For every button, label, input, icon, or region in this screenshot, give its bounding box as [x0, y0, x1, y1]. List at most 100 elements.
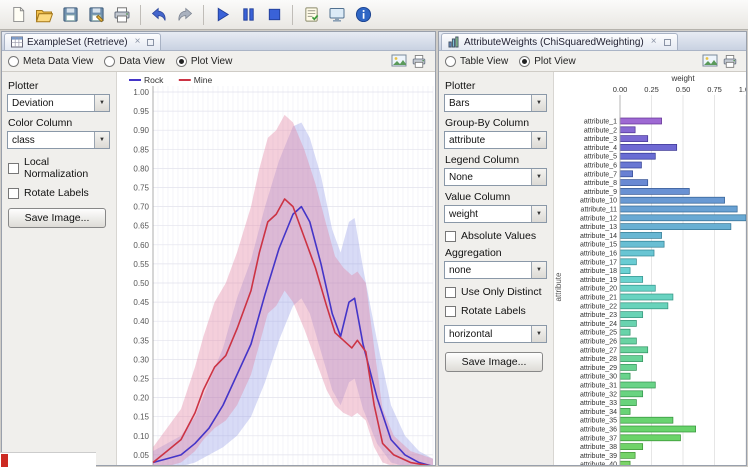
close-icon[interactable]: × [135, 37, 141, 47]
svg-text:attribute_25: attribute_25 [580, 330, 617, 337]
svg-text:attribute_29: attribute_29 [580, 365, 617, 372]
checkbox-label: Rotate Labels [461, 305, 526, 317]
detach-icon[interactable] [147, 38, 155, 46]
close-icon[interactable]: × [651, 37, 657, 47]
chevron-down-icon: ▼ [94, 95, 109, 111]
svg-text:0.80: 0.80 [133, 164, 149, 173]
redo-icon [176, 6, 194, 24]
info-button[interactable] [351, 3, 375, 27]
rotate-labels-checkbox[interactable]: Rotate Labels [445, 305, 547, 317]
checkbox-box [445, 305, 456, 317]
svg-text:0.55: 0.55 [133, 260, 149, 269]
svg-text:attribute_31: attribute_31 [580, 383, 617, 390]
svg-text:attribute_21: attribute_21 [580, 295, 617, 302]
tab-exampleset[interactable]: ExampleSet (Retrieve) × [4, 33, 162, 50]
svg-text:attribute_7: attribute_7 [584, 171, 617, 178]
exampleset-panel: ExampleSet (Retrieve) × Meta Data View Da… [1, 31, 436, 466]
redo-button[interactable] [173, 3, 197, 27]
validate-button[interactable] [299, 3, 323, 27]
validate-icon [303, 6, 320, 23]
local-normalization-checkbox[interactable]: Local Normalization [8, 156, 110, 180]
monitor-button[interactable] [325, 3, 349, 27]
plotter-select[interactable]: Bars ▼ [444, 94, 547, 112]
svg-text:attribute_3: attribute_3 [584, 136, 617, 143]
radio-dot [8, 55, 19, 67]
svg-text:attribute_36: attribute_36 [580, 427, 617, 434]
rotate-labels-checkbox[interactable]: Rotate Labels [8, 187, 110, 199]
svg-text:attribute_35: attribute_35 [580, 418, 617, 425]
svg-text:attribute_23: attribute_23 [580, 312, 617, 319]
pause-button[interactable] [236, 3, 260, 27]
print-icon[interactable] [720, 53, 740, 70]
svg-text:attribute_4: attribute_4 [584, 145, 617, 152]
view-radio-table-view[interactable]: Table View [445, 55, 508, 67]
view-radio-plot-view[interactable]: Plot View [175, 55, 232, 67]
group-by-column-label: Group-By Column [445, 117, 530, 129]
svg-text:0.05: 0.05 [133, 451, 149, 460]
svg-text:attribute_34: attribute_34 [580, 409, 617, 416]
save-image-button[interactable]: Save Image... [8, 208, 106, 228]
plotter-value: Bars [449, 97, 470, 109]
undo-button[interactable] [147, 3, 171, 27]
chevron-down-icon: ▼ [531, 326, 546, 342]
export-image-icon[interactable] [389, 53, 409, 70]
svg-text:0.00: 0.00 [613, 85, 628, 94]
right-content: Plotter Bars ▼ Group-By Column attribute… [439, 72, 746, 465]
chevron-down-icon: ▼ [531, 262, 546, 278]
view-radio-label: Plot View [534, 55, 576, 67]
group-by-column-select[interactable]: attribute ▼ [444, 131, 547, 149]
svg-text:attribute_37: attribute_37 [580, 435, 617, 442]
svg-text:0.50: 0.50 [133, 279, 149, 288]
tab-title: AttributeWeights (ChiSquaredWeighting) [464, 36, 644, 48]
checkbox-label: Rotate Labels [24, 187, 89, 199]
print-button[interactable] [110, 3, 134, 27]
checkbox-box [445, 286, 456, 298]
svg-text:attribute_8: attribute_8 [584, 180, 617, 187]
plotter-select[interactable]: Deviation ▼ [7, 94, 110, 112]
export-image-icon[interactable] [700, 53, 720, 70]
orientation-select[interactable]: horizontal ▼ [444, 325, 547, 343]
checkbox-box [445, 230, 456, 242]
svg-text:0.15: 0.15 [133, 413, 149, 422]
stop-button[interactable] [262, 3, 286, 27]
svg-text:0.20: 0.20 [133, 394, 149, 403]
svg-text:0.50: 0.50 [676, 85, 691, 94]
run-button[interactable] [210, 3, 234, 27]
svg-text:Mine: Mine [194, 75, 213, 85]
open-button[interactable] [32, 3, 56, 27]
right-plot-controls: Plotter Bars ▼ Group-By Column attribute… [439, 72, 553, 465]
save-as-button[interactable] [84, 3, 108, 27]
tab-attributeweights[interactable]: AttributeWeights (ChiSquaredWeighting) × [441, 33, 678, 50]
left-plot-controls: Plotter Deviation ▼ Color Column class ▼… [2, 72, 116, 465]
view-radio-meta-data-view[interactable]: Meta Data View [8, 55, 93, 67]
chevron-down-icon: ▼ [531, 132, 546, 148]
print-icon[interactable] [409, 53, 429, 70]
info-icon [355, 6, 372, 23]
svg-text:attribute_11: attribute_11 [581, 207, 618, 214]
legend-column-select[interactable]: None ▼ [444, 168, 547, 186]
color-column-value: class [12, 134, 35, 146]
weights-icon [448, 36, 460, 48]
detach-icon[interactable] [663, 38, 671, 46]
svg-text:0.40: 0.40 [133, 317, 149, 326]
deviation-plot-area: 1.00 0.95 0.90 0.85 0.80 0.75 0.70 0.65 0.60 0.55… [116, 72, 435, 465]
absolute-values-checkbox[interactable]: Absolute Values [445, 230, 547, 242]
aggregation-select[interactable]: none ▼ [444, 261, 547, 279]
radio-dot [445, 55, 456, 67]
svg-text:attribute_24: attribute_24 [580, 321, 617, 328]
svg-text:attribute_6: attribute_6 [584, 163, 617, 170]
svg-text:0.70: 0.70 [133, 203, 149, 212]
svg-text:attribute: attribute [554, 272, 563, 301]
value-column-select[interactable]: weight ▼ [444, 205, 547, 223]
view-radio-plot-view[interactable]: Plot View [519, 55, 576, 67]
run-icon [214, 6, 231, 23]
group-by-column-value: attribute [449, 134, 486, 146]
chevron-down-icon: ▼ [531, 169, 546, 185]
save-button[interactable] [58, 3, 82, 27]
plotter-label: Plotter [445, 80, 476, 92]
color-column-select[interactable]: class ▼ [7, 131, 110, 149]
new-button[interactable] [6, 3, 30, 27]
use-only-distinct-checkbox[interactable]: Use Only Distinct [445, 286, 547, 298]
view-radio-data-view[interactable]: Data View [104, 55, 165, 67]
save-image-button[interactable]: Save Image... [445, 352, 543, 372]
